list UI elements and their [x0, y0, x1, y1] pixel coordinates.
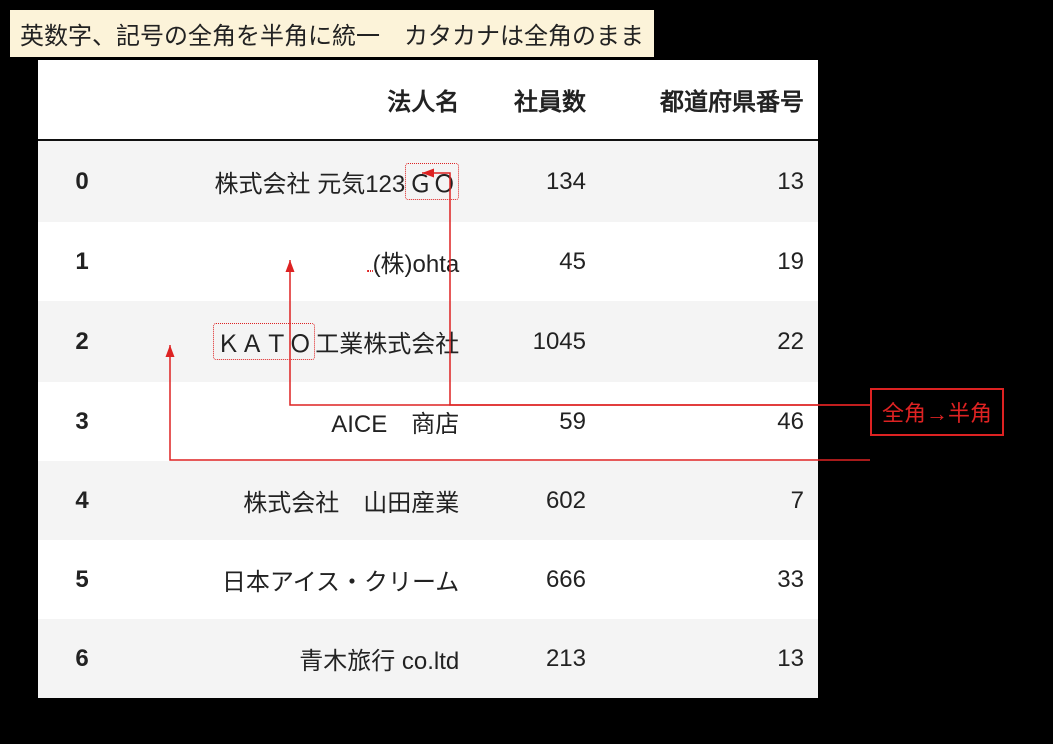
cell-pref: 19	[600, 222, 818, 301]
row-index: 5	[38, 540, 126, 619]
header-blank	[38, 60, 126, 140]
cell-name: 日本アイス・クリーム	[126, 540, 473, 619]
table-row: 0 株式会社 元気123ＧＯ 134 13	[38, 140, 818, 222]
table-row: 4 株式会社 山田産業 602 7	[38, 461, 818, 540]
name-post: (株)ohta	[373, 251, 460, 278]
name-pre: 株式会社 元気123	[215, 171, 406, 198]
cell-emp: 213	[473, 619, 600, 698]
name-pre: AICE 商店	[331, 411, 459, 438]
data-table-container: 法人名 社員数 都道府県番号 0 株式会社 元気123ＧＯ 134 13 1 (…	[38, 60, 818, 698]
cell-name: AICE 商店	[126, 382, 473, 461]
cell-pref: 33	[600, 540, 818, 619]
name-pre: 青木旅行 co.ltd	[299, 648, 459, 675]
cell-emp: 602	[473, 461, 600, 540]
cell-pref: 46	[600, 382, 818, 461]
name-pre: 株式会社 山田産業	[243, 490, 459, 517]
cell-name: 青木旅行 co.ltd	[126, 619, 473, 698]
table-row: 3 AICE 商店 59 46	[38, 382, 818, 461]
zenkaku-highlight: ＧＯ	[405, 163, 459, 200]
cell-emp: 134	[473, 140, 600, 222]
cell-name: 株式会社 山田産業	[126, 461, 473, 540]
name-post: 工業株式会社	[315, 331, 459, 358]
row-index: 4	[38, 461, 126, 540]
row-index: 3	[38, 382, 126, 461]
cell-pref: 13	[600, 140, 818, 222]
row-index: 2	[38, 301, 126, 382]
table-row: 6 青木旅行 co.ltd 213 13	[38, 619, 818, 698]
header-col1: 法人名	[126, 60, 473, 140]
row-index: 0	[38, 140, 126, 222]
callout-zenkaku-to-hankaku: 全角→半角	[870, 388, 1004, 436]
cell-emp: 666	[473, 540, 600, 619]
row-index: 6	[38, 619, 126, 698]
banner-text: 英数字、記号の全角を半角に統一 カタカナは全角のまま	[10, 10, 654, 57]
header-col2: 社員数	[473, 60, 600, 140]
zenkaku-highlight: ＫＡＴＯ	[213, 323, 315, 360]
cell-emp: 45	[473, 222, 600, 301]
cell-pref: 7	[600, 461, 818, 540]
cell-pref: 22	[600, 301, 818, 382]
cell-name: (株)ohta	[126, 222, 473, 301]
row-index: 1	[38, 222, 126, 301]
name-pre: 日本アイス・クリーム	[222, 569, 459, 596]
cell-name: ＫＡＴＯ工業株式会社	[126, 301, 473, 382]
cell-pref: 13	[600, 619, 818, 698]
header-col3: 都道府県番号	[600, 60, 818, 140]
data-table: 法人名 社員数 都道府県番号 0 株式会社 元気123ＧＯ 134 13 1 (…	[38, 60, 818, 698]
table-row: 1 (株)ohta 45 19	[38, 222, 818, 301]
table-row: 2 ＫＡＴＯ工業株式会社 1045 22	[38, 301, 818, 382]
table-row: 5 日本アイス・クリーム 666 33	[38, 540, 818, 619]
cell-emp: 1045	[473, 301, 600, 382]
cell-name: 株式会社 元気123ＧＯ	[126, 140, 473, 222]
cell-emp: 59	[473, 382, 600, 461]
